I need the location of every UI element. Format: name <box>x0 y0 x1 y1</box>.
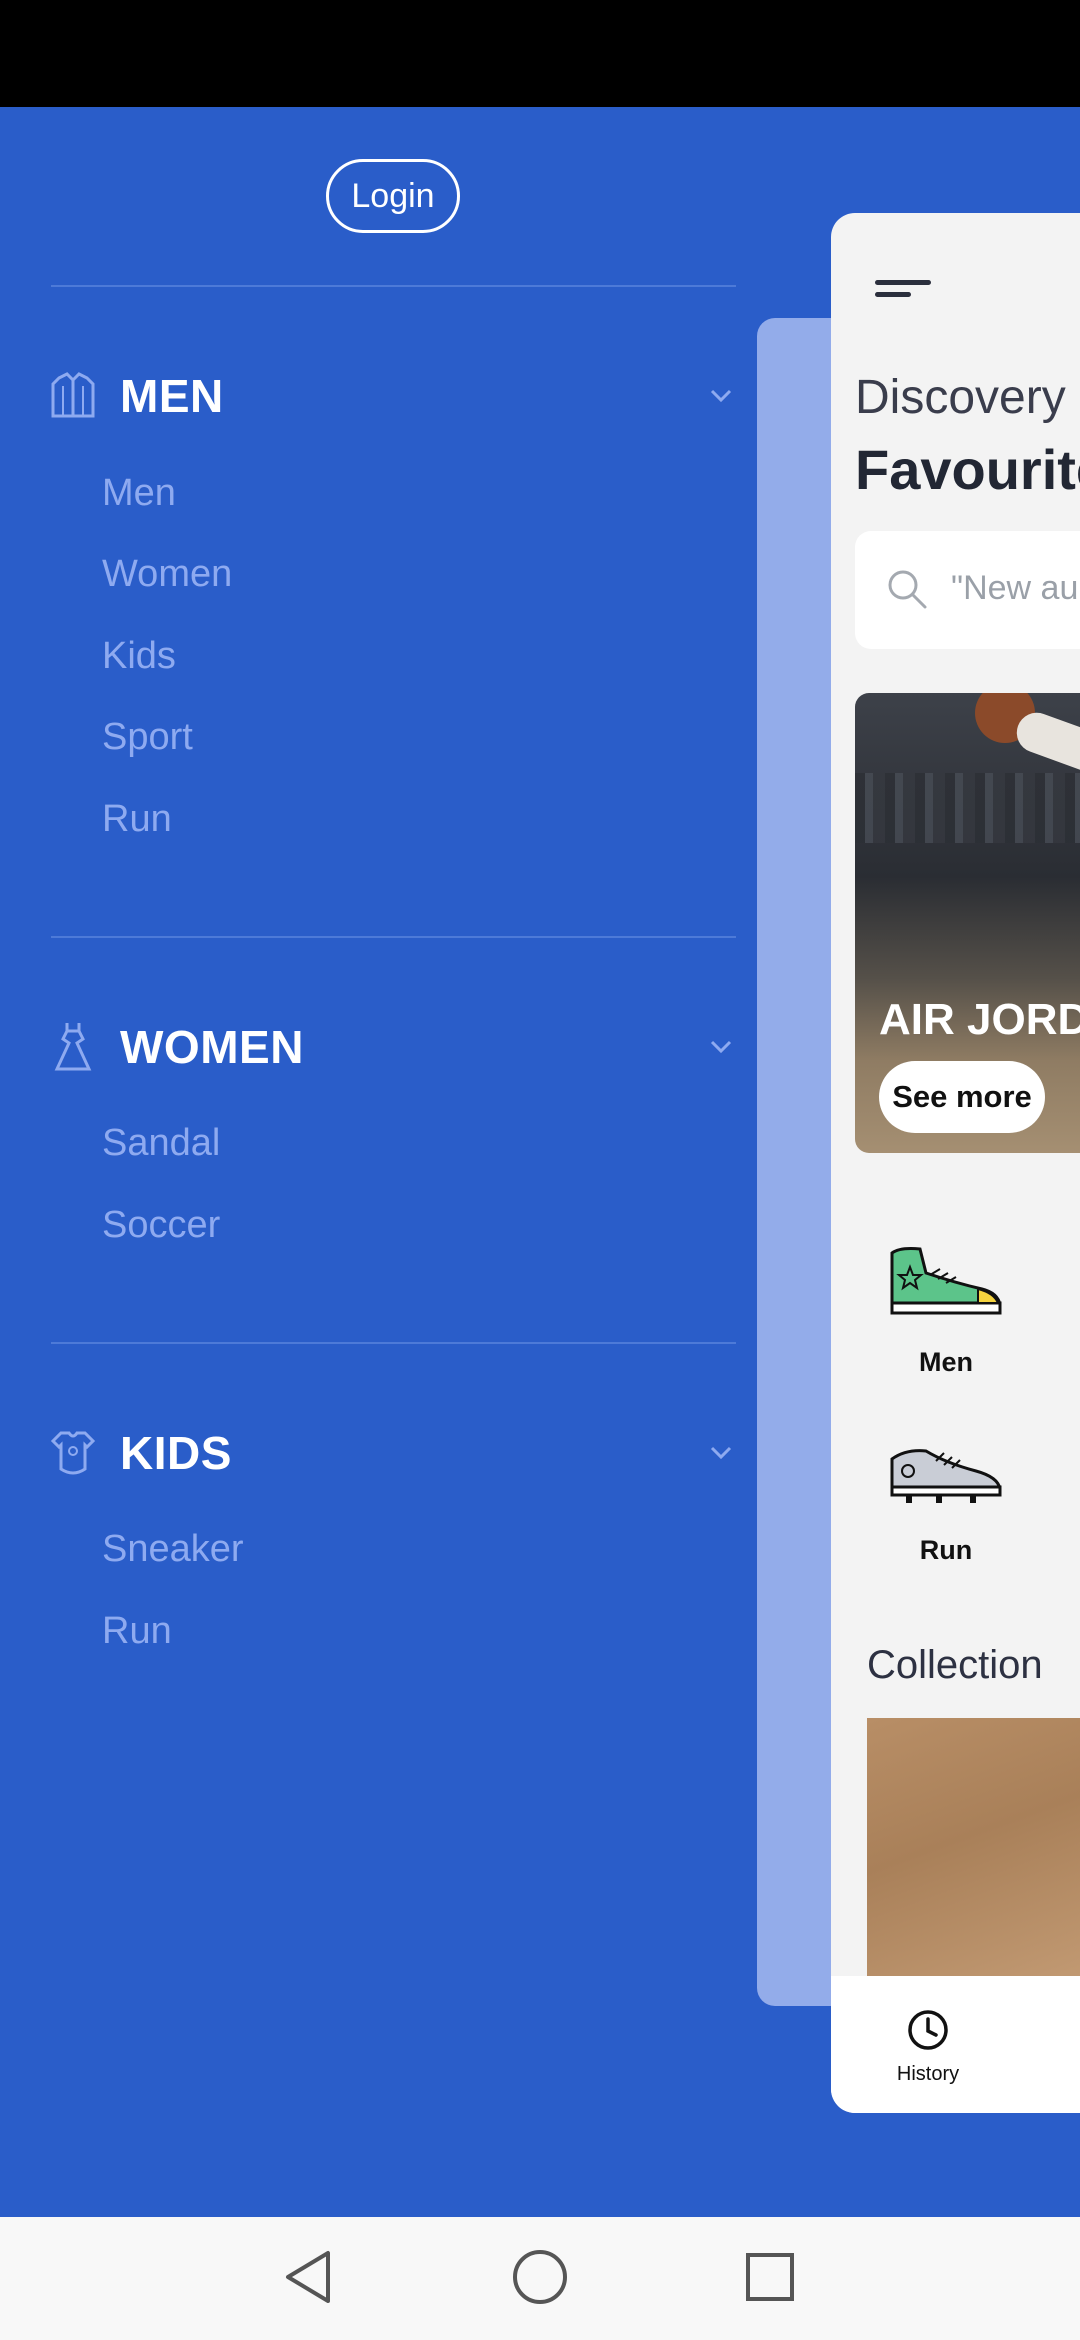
search-placeholder: "New au <box>951 569 1079 607</box>
home-icon[interactable] <box>510 2247 570 2307</box>
heading-discovery: Discovery <box>855 371 1066 424</box>
back-icon[interactable] <box>280 2247 340 2307</box>
menu-item-sandal[interactable]: Sandal <box>102 1122 220 1165</box>
main-screen-preview[interactable]: Discovery Favourite "New au AIR JORD See… <box>831 213 1080 2113</box>
menu-item-kids[interactable]: Kids <box>102 635 176 678</box>
section-header-women[interactable]: WOMEN <box>51 1012 736 1082</box>
divider <box>51 285 736 287</box>
category-men[interactable]: Men <box>871 1243 1021 1378</box>
chevron-down-icon <box>706 1443 736 1463</box>
menu-item-women[interactable]: Women <box>102 553 232 596</box>
player-arm-image <box>1011 707 1080 779</box>
collection-title: Collection <box>867 1643 1043 1687</box>
hamburger-menu-icon[interactable] <box>875 278 933 302</box>
menu-item-run[interactable]: Run <box>102 1610 172 1653</box>
category-label: Men <box>919 1347 973 1377</box>
tab-label: History <box>896 2063 960 2085</box>
login-button[interactable]: Login <box>326 159 460 233</box>
banner-background-image <box>855 773 1080 843</box>
menu-item-sport[interactable]: Sport <box>102 716 193 759</box>
section-title: MEN <box>120 370 224 422</box>
see-more-button[interactable]: See more <box>879 1061 1045 1133</box>
baby-onesie-icon <box>51 1428 95 1478</box>
divider <box>51 936 736 938</box>
section-header-kids[interactable]: KIDS <box>51 1418 736 1488</box>
system-navigation-bar <box>0 2217 1080 2340</box>
menu-item-sneaker[interactable]: Sneaker <box>102 1528 244 1571</box>
divider <box>51 1342 736 1344</box>
heading-favourite: Favourite <box>855 438 1080 501</box>
bottom-tab-bar: History <box>831 1976 1080 2113</box>
search-icon <box>885 567 929 611</box>
clock-icon <box>908 2010 948 2050</box>
tab-history[interactable]: History <box>883 2008 973 2086</box>
chevron-down-icon <box>706 386 736 406</box>
section-title: WOMEN <box>120 1021 304 1073</box>
search-input[interactable]: "New au <box>855 531 1080 649</box>
status-bar <box>0 0 1080 107</box>
recents-icon[interactable] <box>740 2247 800 2307</box>
dress-icon <box>51 1022 95 1072</box>
menu-item-run[interactable]: Run <box>102 798 172 841</box>
promo-banner[interactable]: AIR JORD See more <box>855 693 1080 1153</box>
category-run[interactable]: Run <box>871 1441 1021 1566</box>
collection-image[interactable] <box>867 1718 1080 1978</box>
running-shoe-icon <box>890 1449 1002 1503</box>
high-top-sneaker-icon <box>890 1247 1002 1315</box>
menu-item-men[interactable]: Men <box>102 472 176 515</box>
section-header-men[interactable]: MEN <box>51 361 736 431</box>
chevron-down-icon <box>706 1037 736 1057</box>
section-title: KIDS <box>120 1427 232 1479</box>
menu-item-soccer[interactable]: Soccer <box>102 1204 220 1247</box>
category-label: Run <box>919 1535 973 1565</box>
jacket-icon <box>51 371 95 421</box>
banner-title: AIR JORD <box>879 995 1080 1044</box>
